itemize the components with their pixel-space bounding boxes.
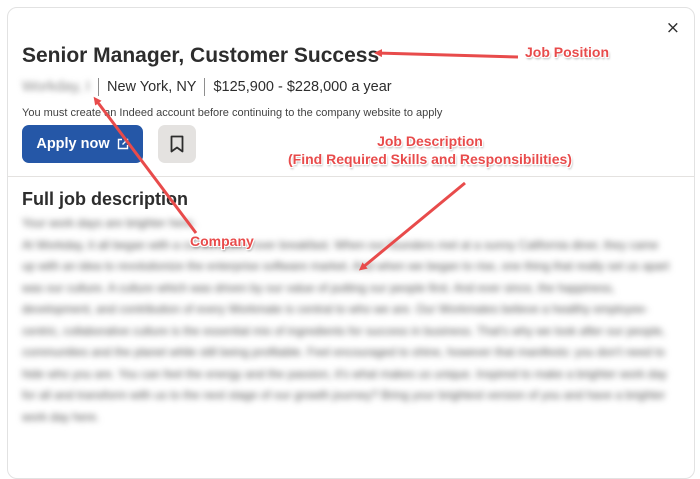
job-description-annotation: Job Description (Find Required Skills an… (288, 132, 572, 168)
job-details-panel: × Senior Manager, Customer Success Workd… (7, 7, 695, 479)
apply-now-label: Apply now (36, 136, 110, 152)
close-icon[interactable]: × (666, 18, 680, 38)
job-salary: $125,900 - $228,000 a year (213, 79, 392, 95)
job-location: New York, NY (107, 79, 197, 95)
save-job-button[interactable] (158, 125, 196, 163)
description-paragraph: At Workday, it all began with a conversa… (22, 237, 670, 424)
job-description-body: Your work days are brighter here. At Wor… (22, 213, 672, 428)
bookmark-icon (170, 135, 184, 153)
apply-notice: You must create an Indeed account before… (22, 107, 443, 119)
job-title: Senior Manager, Customer Success (22, 44, 380, 67)
job-description-annotation-line1: Job Description (377, 133, 483, 149)
company-annotation: Company (190, 233, 254, 249)
job-position-annotation: Job Position (525, 44, 609, 60)
apply-now-button[interactable]: Apply now (22, 125, 143, 163)
external-link-icon (117, 138, 128, 150)
section-divider (8, 176, 694, 177)
job-description-annotation-line2: (Find Required Skills and Responsibiliti… (288, 151, 572, 167)
description-tagline: Your work days are brighter here. (22, 216, 196, 230)
divider (98, 78, 99, 96)
full-description-heading: Full job description (22, 189, 188, 209)
job-meta: Workday, Inc. New York, NY $125,900 - $2… (22, 78, 392, 96)
company-name[interactable]: Workday, Inc. (22, 79, 90, 95)
divider (204, 78, 206, 96)
